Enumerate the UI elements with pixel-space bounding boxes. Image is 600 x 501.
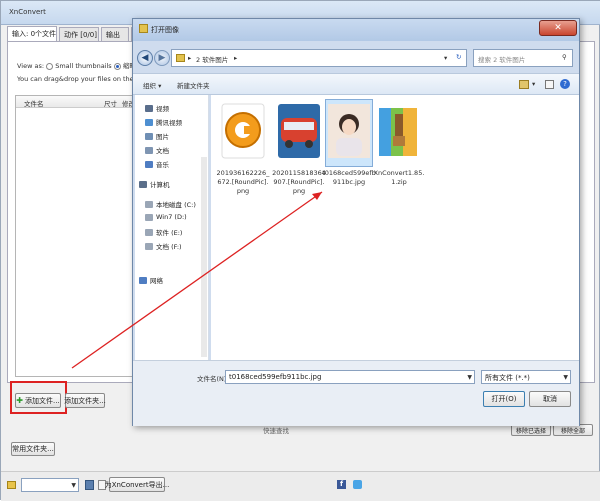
- annotation-arrow: [71, 191, 323, 369]
